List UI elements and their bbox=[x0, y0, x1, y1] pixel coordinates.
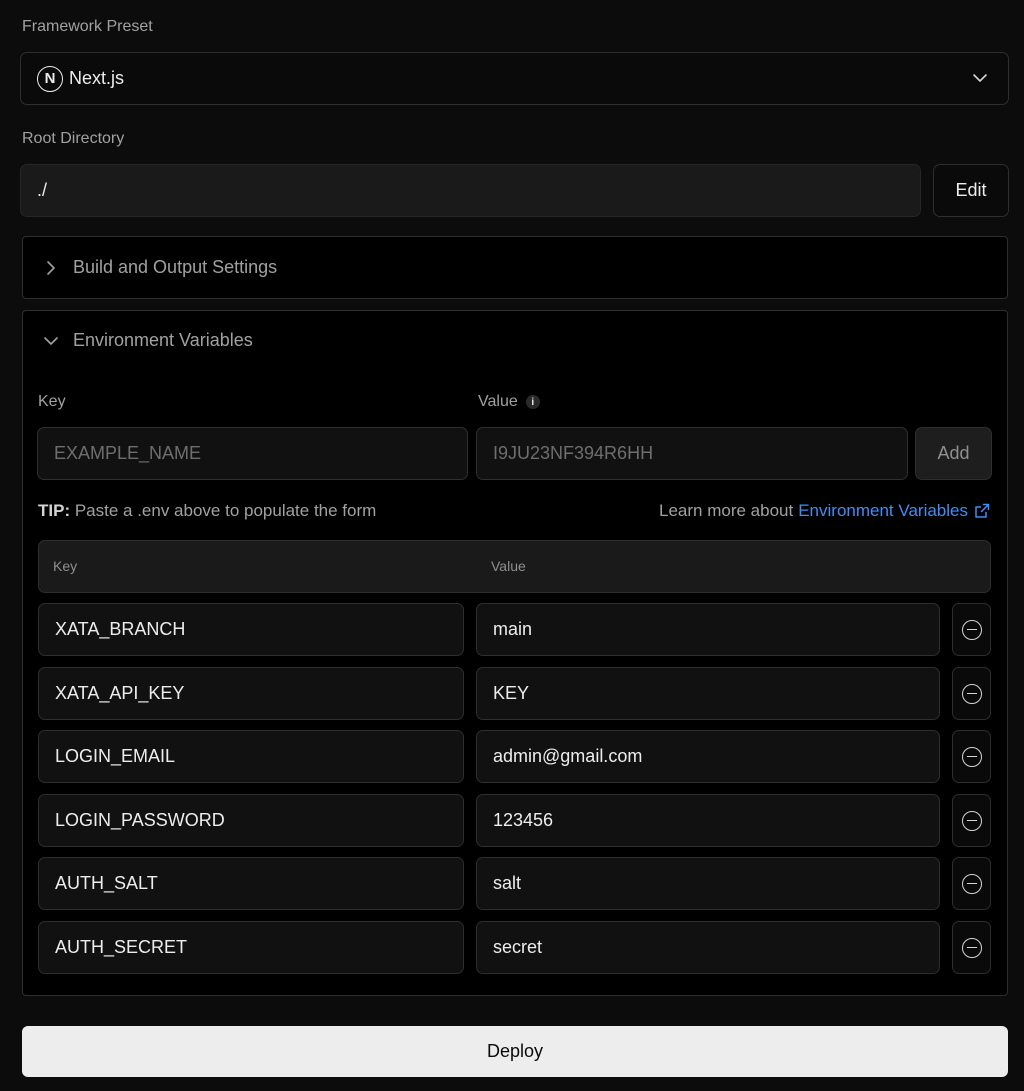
value-label-group: Value i bbox=[478, 393, 540, 411]
remove-variable-button[interactable] bbox=[952, 794, 991, 847]
root-directory-label: Root Directory bbox=[22, 130, 125, 147]
remove-variable-button[interactable] bbox=[952, 603, 991, 656]
tip-message: Paste a .env above to populate the form bbox=[70, 501, 377, 520]
env-row-key[interactable]: XATA_BRANCH bbox=[38, 603, 464, 656]
learn-more-prefix: Learn more about bbox=[659, 501, 794, 520]
environment-variables-link[interactable]: Environment Variables bbox=[798, 501, 968, 521]
minus-circle-icon bbox=[961, 619, 982, 640]
remove-variable-button[interactable] bbox=[952, 857, 991, 910]
env-row-key[interactable]: XATA_API_KEY bbox=[38, 667, 464, 720]
environment-variables-title: Environment Variables bbox=[73, 330, 253, 350]
env-row-value[interactable]: main bbox=[476, 603, 940, 656]
minus-circle-icon bbox=[961, 937, 982, 958]
remove-variable-button[interactable] bbox=[952, 921, 991, 974]
remove-variable-button[interactable] bbox=[952, 730, 991, 783]
minus-circle-icon bbox=[961, 873, 982, 894]
external-link-icon[interactable] bbox=[974, 503, 990, 519]
env-row-key[interactable]: LOGIN_EMAIL bbox=[38, 730, 464, 783]
env-row-value[interactable]: salt bbox=[476, 857, 940, 910]
framework-preset-label: Framework Preset bbox=[22, 18, 153, 35]
table-value-header: Value bbox=[491, 558, 526, 574]
env-table-header: Key Value bbox=[38, 540, 991, 593]
tip-bold: TIP: bbox=[38, 501, 71, 520]
key-label: Key bbox=[38, 393, 66, 410]
env-row-key[interactable]: LOGIN_PASSWORD bbox=[38, 794, 464, 847]
add-variable-button[interactable]: Add bbox=[915, 427, 992, 480]
edit-root-button[interactable]: Edit bbox=[933, 164, 1009, 217]
new-key-input[interactable]: EXAMPLE_NAME bbox=[37, 427, 468, 480]
remove-variable-button[interactable] bbox=[952, 667, 991, 720]
value-label: Value bbox=[478, 393, 518, 410]
build-output-settings-toggle[interactable]: Build and Output Settings bbox=[22, 236, 1008, 299]
tip-text: TIP: Paste a .env above to populate the … bbox=[38, 501, 376, 521]
environment-variables-toggle[interactable]: Environment Variables bbox=[43, 330, 253, 351]
env-row-key[interactable]: AUTH_SECRET bbox=[38, 921, 464, 974]
new-value-input[interactable]: I9JU23NF394R6HH bbox=[476, 427, 908, 480]
env-row-key[interactable]: AUTH_SALT bbox=[38, 857, 464, 910]
chevron-down-icon bbox=[44, 336, 58, 345]
env-row-value[interactable]: admin@gmail.com bbox=[476, 730, 940, 783]
info-icon[interactable]: i bbox=[525, 395, 540, 409]
chevron-down-icon bbox=[973, 74, 987, 82]
env-row-value[interactable]: 123456 bbox=[476, 794, 940, 847]
nextjs-logo-icon: N bbox=[37, 65, 63, 92]
table-key-header: Key bbox=[53, 558, 78, 574]
env-row-value[interactable]: KEY bbox=[476, 667, 940, 720]
root-directory-input[interactable]: ./ bbox=[20, 164, 921, 217]
chevron-right-icon bbox=[47, 260, 55, 275]
framework-selected-value: Next.js bbox=[69, 68, 125, 88]
env-row-value[interactable]: secret bbox=[476, 921, 940, 974]
framework-select[interactable]: N Next.js bbox=[20, 52, 1009, 105]
build-settings-title: Build and Output Settings bbox=[73, 257, 278, 277]
learn-more: Learn more about Environment Variables bbox=[659, 501, 990, 521]
minus-circle-icon bbox=[961, 810, 982, 831]
deploy-button[interactable]: Deploy bbox=[22, 1026, 1008, 1077]
minus-circle-icon bbox=[961, 683, 982, 704]
minus-circle-icon bbox=[961, 746, 982, 767]
